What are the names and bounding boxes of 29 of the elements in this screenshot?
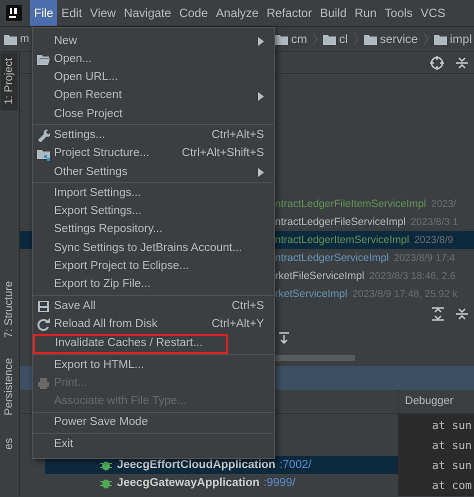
menu-label: Sync Settings to JetBrains Account... — [54, 240, 242, 256]
shortcut-label: Ctrl+Alt+S — [212, 128, 264, 143]
shortcut-label: Ctrl+Alt+Shift+S — [182, 146, 264, 162]
console-line: at sun — [431, 458, 473, 474]
menu-label: Export to Zip File... — [54, 277, 151, 292]
console-line: at sun — [431, 418, 473, 434]
menu-label: Import Settings... — [54, 186, 141, 201]
shortcut-label: Ctrl+Alt+Y — [212, 316, 264, 332]
menu-label: Open URL... — [54, 70, 118, 86]
menu-label: Export Settings... — [54, 204, 142, 220]
menu-label: New — [54, 34, 78, 49]
console-line: at com — [431, 478, 473, 494]
menu-label: Power Save Mode — [54, 415, 148, 430]
menu-label: Project Structure... — [54, 146, 150, 162]
menu-label: Close Project — [54, 106, 122, 122]
shortcut-label: Ctrl+S — [232, 298, 264, 314]
menu-label: Settings... — [54, 128, 106, 143]
file-meta: 2023/8/9 — [414, 235, 454, 246]
menu-label: Other Settings — [54, 164, 128, 180]
menu-label: Invalidate Caches / Restart... — [55, 336, 203, 352]
console-line: at sun — [431, 438, 473, 454]
menu-label: Open... — [54, 52, 92, 67]
menu-label: Exit — [54, 436, 74, 452]
menu-label: Settings Repository... — [54, 222, 162, 238]
menu-label: Export to HTML... — [54, 358, 144, 373]
menu-label: Reload All from Disk — [54, 316, 158, 332]
menu-label: Open Recent — [54, 88, 122, 104]
menu-label: Save All — [54, 298, 96, 314]
menu-label: Export Project to Eclipse... — [54, 259, 189, 274]
